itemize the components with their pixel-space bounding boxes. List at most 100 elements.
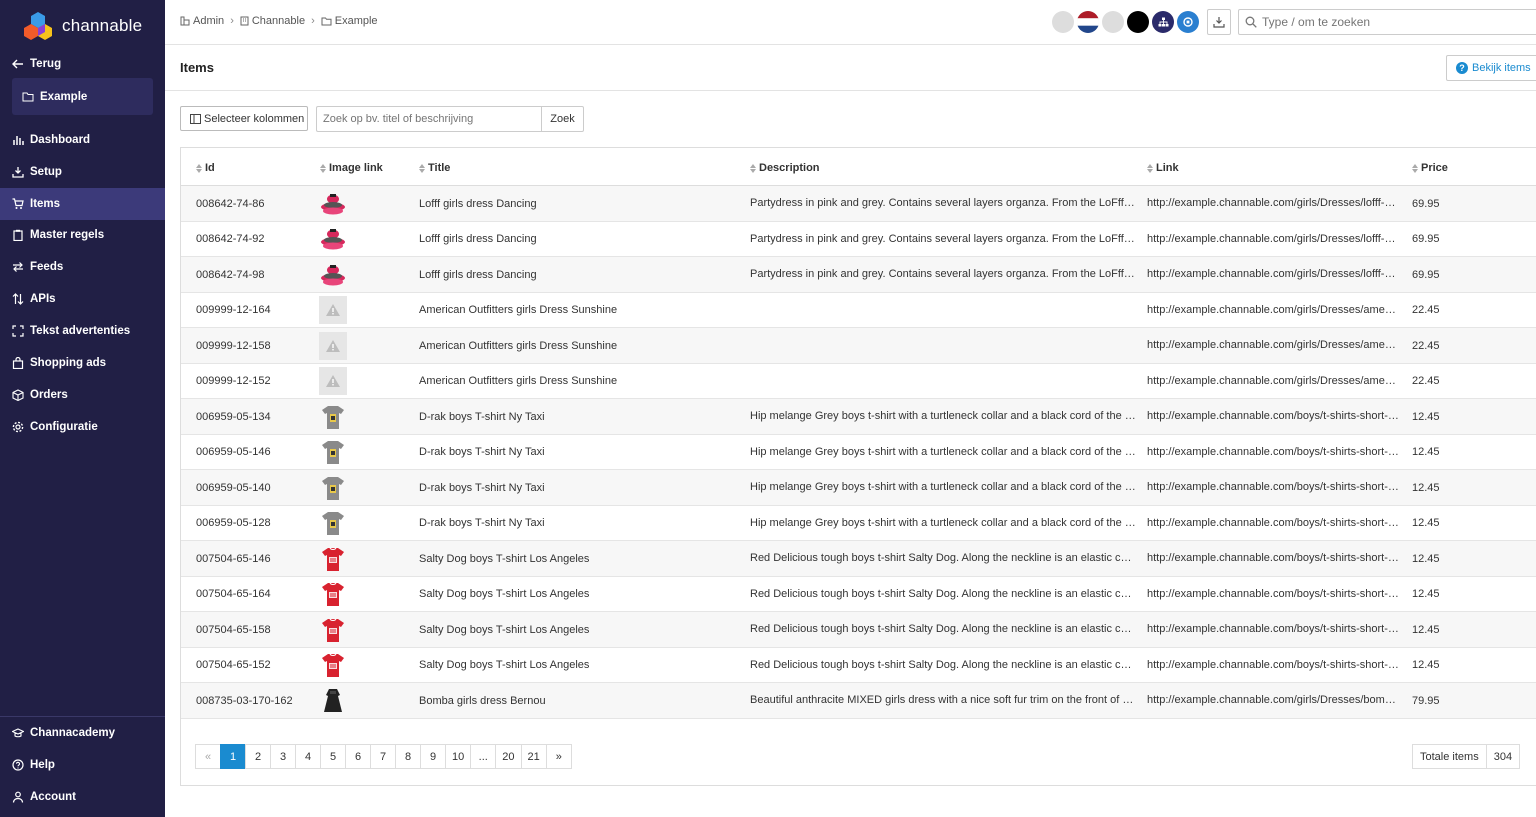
sidebar-item-configuratie[interactable]: Configuratie — [0, 411, 165, 443]
sidebar-item-channacademy[interactable]: Channacademy — [0, 717, 165, 749]
channable-logo[interactable]: channable — [22, 10, 142, 42]
page-button[interactable]: 9 — [420, 744, 446, 769]
netherlands-flag-icon[interactable] — [1077, 11, 1099, 33]
item-image[interactable] — [319, 506, 347, 541]
product-thumbnail — [319, 580, 347, 608]
table-row[interactable]: 009999-12-158 American Outfitters girls D… — [181, 328, 1536, 364]
sidebar-item-label: Dashboard — [30, 134, 91, 146]
page-button[interactable]: 3 — [270, 744, 296, 769]
download-icon — [1213, 17, 1225, 28]
item-image[interactable] — [319, 399, 347, 434]
item-price: 22.45 — [1412, 304, 1440, 316]
table-row[interactable]: 008735-03-170-162 Bomba girls dress Berno… — [181, 683, 1536, 719]
page-button[interactable]: 10 — [445, 744, 472, 769]
sidebar-item-shopping-ads[interactable]: Shopping ads — [0, 347, 165, 379]
table-row[interactable]: 006959-05-128 D-rak boys T-shirt Ny Taxi H… — [181, 506, 1536, 541]
select-columns-button[interactable]: Selecteer kolommen — [180, 106, 308, 131]
item-search[interactable] — [316, 106, 542, 132]
table-row[interactable]: 008642-74-98 Lofff girls dress Dancing Par… — [181, 257, 1536, 293]
next-page-button[interactable]: » — [545, 744, 572, 769]
column-header-description[interactable]: Description — [750, 162, 820, 174]
item-link: http://example.channable.com/boys/t-shir… — [1147, 445, 1399, 458]
column-header-title[interactable]: Title — [419, 162, 450, 174]
table-row[interactable]: 009999-12-152 American Outfitters girls D… — [181, 364, 1536, 399]
item-description — [750, 364, 1136, 399]
back-link[interactable]: Terug — [0, 48, 165, 80]
table-row[interactable]: 007504-65-158 Salty Dog boys T-shirt Los … — [181, 612, 1536, 648]
page-button[interactable]: 20 — [495, 744, 522, 769]
page-ellipsis[interactable]: ... — [470, 744, 497, 769]
item-price: 12.45 — [1412, 517, 1440, 529]
sidebar-item-help[interactable]: Help — [0, 749, 165, 781]
item-image[interactable] — [319, 683, 347, 718]
item-image[interactable] — [319, 257, 347, 292]
column-header-id[interactable]: Id — [196, 162, 215, 174]
sidebar-item-apis[interactable]: APIs — [0, 283, 165, 315]
page-button[interactable]: 4 — [295, 744, 321, 769]
item-price: 12.45 — [1412, 588, 1440, 600]
item-image[interactable] — [319, 470, 347, 505]
table-row[interactable]: 007504-65-152 Salty Dog boys T-shirt Los … — [181, 648, 1536, 683]
sidebar-item-items[interactable]: Items — [0, 188, 165, 220]
sidebar-item-tekst-advertenties[interactable]: Tekst advertenties — [0, 315, 165, 347]
sidebar-item-master-regels[interactable]: Master regels — [0, 219, 165, 251]
item-image[interactable] — [319, 186, 347, 221]
search-button[interactable]: Zoek — [541, 106, 584, 132]
table-row[interactable]: 006959-05-140 D-rak boys T-shirt Ny Taxi H… — [181, 470, 1536, 506]
table-row[interactable]: 008642-74-86 Lofff girls dress Dancing Par… — [181, 186, 1536, 222]
item-image[interactable] — [319, 541, 347, 576]
sidebar-item-account[interactable]: Account — [0, 781, 165, 813]
item-image[interactable] — [319, 328, 347, 363]
channel-grey-icon[interactable] — [1052, 11, 1074, 33]
download-button[interactable] — [1207, 9, 1231, 35]
global-search[interactable] — [1238, 9, 1536, 35]
item-image[interactable] — [319, 364, 347, 399]
item-price: 22.45 — [1412, 375, 1440, 387]
item-description — [750, 293, 1136, 328]
channel-black-icon[interactable] — [1127, 11, 1149, 33]
item-image[interactable] — [319, 435, 347, 470]
sidebar-item-dashboard[interactable]: Dashboard — [0, 124, 165, 156]
breadcrumb-admin[interactable]: Admin — [180, 15, 224, 27]
item-image[interactable] — [319, 648, 347, 683]
breadcrumb-example[interactable]: Example — [321, 15, 378, 27]
item-image[interactable] — [319, 577, 347, 612]
item-image[interactable] — [319, 293, 347, 328]
prev-page-button[interactable]: « — [195, 744, 221, 769]
breadcrumb-channable[interactable]: Channable — [240, 15, 305, 27]
table-row[interactable]: 006959-05-146 D-rak boys T-shirt Ny Taxi H… — [181, 435, 1536, 470]
page-button[interactable]: 7 — [370, 744, 396, 769]
item-link: http://example.channable.com/boys/t-shir… — [1147, 623, 1399, 635]
table-row[interactable]: 007504-65-164 Salty Dog boys T-shirt Los … — [181, 577, 1536, 612]
table-row[interactable]: 009999-12-164 American Outfitters girls D… — [181, 293, 1536, 328]
project-selector[interactable]: Example — [12, 78, 153, 115]
sidebar-item-orders[interactable]: Orders — [0, 379, 165, 411]
sidebar-item-setup[interactable]: Setup — [0, 156, 165, 188]
sidebar-item-feeds[interactable]: Feeds — [0, 251, 165, 283]
channel-grey-icon[interactable] — [1102, 11, 1124, 33]
item-link: http://example.channable.com/boys/t-shir… — [1147, 516, 1399, 529]
sidebar-item-label: Feeds — [30, 261, 64, 273]
table-row[interactable]: 006959-05-134 D-rak boys T-shirt Ny Taxi H… — [181, 399, 1536, 435]
page-button[interactable]: 6 — [345, 744, 371, 769]
item-image[interactable] — [319, 612, 347, 647]
page-button[interactable]: 1 — [220, 744, 246, 769]
column-header-price[interactable]: Price — [1412, 162, 1448, 174]
column-header-image-link[interactable]: Image link — [320, 162, 383, 174]
sitemap-icon[interactable] — [1152, 11, 1174, 33]
table-row[interactable]: 008642-74-92 Lofff girls dress Dancing Par… — [181, 222, 1536, 257]
table-row[interactable]: 007504-65-146 Salty Dog boys T-shirt Los … — [181, 541, 1536, 577]
global-search-input[interactable] — [1262, 15, 1522, 29]
item-search-input[interactable] — [323, 113, 533, 125]
table-header: Id Image link Title Description Link Pri… — [181, 148, 1536, 186]
sidebar-item-label: Setup — [30, 166, 62, 178]
sync-icon[interactable] — [1177, 11, 1199, 33]
page-button[interactable]: 8 — [395, 744, 421, 769]
page-button[interactable]: 21 — [520, 744, 547, 769]
item-description: Partydress in pink and grey. Contains se… — [750, 197, 1136, 209]
page-button[interactable]: 2 — [245, 744, 271, 769]
bekijk-items-button[interactable]: ? Bekijk items — [1446, 55, 1536, 81]
page-button[interactable]: 5 — [320, 744, 346, 769]
item-image[interactable] — [319, 222, 347, 257]
column-header-link[interactable]: Link — [1147, 162, 1179, 174]
